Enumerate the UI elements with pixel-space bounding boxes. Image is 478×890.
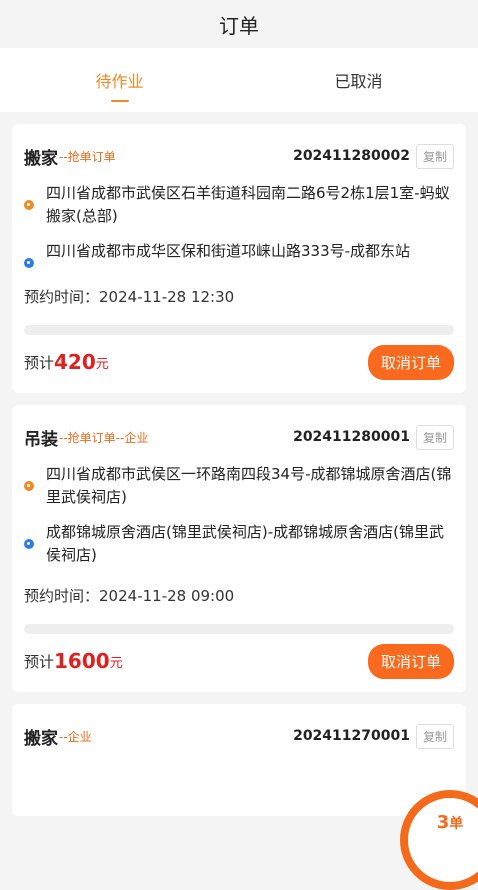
pickup-address-row: 四川省成都市武侯区一环路南四段34号-成都锦城原舍酒店(锦里武侯祠店): [24, 463, 454, 509]
order-count-number: 3: [436, 812, 450, 833]
order-card-footer: 预计 420 元 取消订单: [24, 344, 454, 380]
pickup-address: 四川省成都市武侯区一环路南四段34号-成都锦城原舍酒店(锦里武侯祠店): [46, 465, 452, 506]
copy-button[interactable]: 复制: [415, 723, 454, 749]
order-count: 3单: [437, 812, 464, 833]
pickup-dot-icon: [24, 481, 34, 491]
order-count-unit: 单: [449, 816, 464, 832]
order-tags: --抢单订单: [59, 149, 116, 164]
dropoff-address-row: 成都锦城原舍酒店(锦里武侯祠店)-成都锦城原舍酒店(锦里武侯祠店): [24, 521, 454, 567]
service-type: 搬家: [24, 148, 58, 169]
appointment-time-value: 2024-11-28 09:00: [99, 587, 235, 605]
copy-button[interactable]: 复制: [415, 143, 454, 169]
service-type: 吊装: [24, 429, 58, 450]
pickup-dot-icon: [24, 200, 34, 210]
order-card-header: 搬家 --抢单订单 202411280002 复制: [24, 142, 454, 170]
copy-button[interactable]: 复制: [415, 424, 454, 450]
tab-bar: 待作业 已取消: [0, 48, 478, 112]
order-card[interactable]: 搬家 --企业 202411270001 复制: [12, 704, 466, 816]
order-tags: --抢单订单--企业: [59, 430, 149, 445]
tab-pending[interactable]: 待作业: [0, 48, 239, 112]
order-number: 202411270001: [293, 728, 410, 744]
estimate-label: 预计: [24, 353, 55, 372]
pickup-address: 四川省成都市武侯区石羊街道科园南二路6号2栋1层1室-蚂蚁搬家(总部): [46, 184, 450, 225]
progress-bar: [24, 624, 454, 634]
cancel-order-button[interactable]: 取消订单: [367, 643, 454, 679]
appointment-time: 预约时间：2024-11-28 09:00: [24, 585, 454, 606]
page-header: 订单: [0, 0, 478, 48]
order-number: 202411280001: [293, 429, 410, 445]
active-tab-indicator: [110, 100, 129, 102]
estimate-price: 420: [54, 350, 96, 374]
appointment-time: 预约时间：2024-11-28 12:30: [24, 286, 454, 307]
order-card-header: 吊装 --抢单订单--企业 202411280001 复制: [24, 423, 454, 451]
dropoff-address: 成都锦城原舍酒店(锦里武侯祠店)-成都锦城原舍酒店(锦里武侯祠店): [46, 523, 444, 564]
appointment-time-label: 预约时间：: [24, 587, 100, 605]
progress-bar: [24, 325, 454, 335]
order-list: 搬家 --抢单订单 202411280002 复制 四川省成都市武侯区石羊街道科…: [0, 112, 478, 816]
pickup-address-row: 四川省成都市武侯区石羊街道科园南二路6号2栋1层1室-蚂蚁搬家(总部): [24, 182, 454, 228]
tab-cancelled-label: 已取消: [334, 72, 383, 91]
price-unit: 元: [95, 356, 109, 372]
estimate-label: 预计: [24, 652, 55, 671]
dropoff-dot-icon: [24, 258, 34, 268]
tab-cancelled[interactable]: 已取消: [239, 48, 478, 112]
appointment-time-value: 2024-11-28 12:30: [99, 288, 235, 306]
page-title: 订单: [219, 13, 259, 38]
service-type: 搬家: [24, 728, 58, 749]
dropoff-address: 四川省成都市成华区保和街道邛崃山路333号-成都东站: [46, 242, 411, 260]
order-tags: --企业: [59, 729, 92, 744]
order-number: 202411280002: [293, 148, 410, 164]
cancel-order-button[interactable]: 取消订单: [367, 344, 454, 380]
dropoff-dot-icon: [24, 539, 34, 549]
order-card-footer: 预计 1600 元 取消订单: [24, 643, 454, 679]
tab-pending-label: 待作业: [95, 72, 144, 91]
order-card[interactable]: 搬家 --抢单订单 202411280002 复制 四川省成都市武侯区石羊街道科…: [12, 124, 466, 393]
order-card[interactable]: 吊装 --抢单订单--企业 202411280001 复制 四川省成都市武侯区一…: [12, 405, 466, 692]
order-card-header: 搬家 --企业 202411270001 复制: [24, 722, 454, 750]
estimate-price: 1600: [54, 649, 110, 673]
dropoff-address-row: 四川省成都市成华区保和街道邛崃山路333号-成都东站: [24, 240, 454, 268]
price-unit: 元: [109, 655, 123, 671]
appointment-time-label: 预约时间：: [24, 288, 100, 306]
